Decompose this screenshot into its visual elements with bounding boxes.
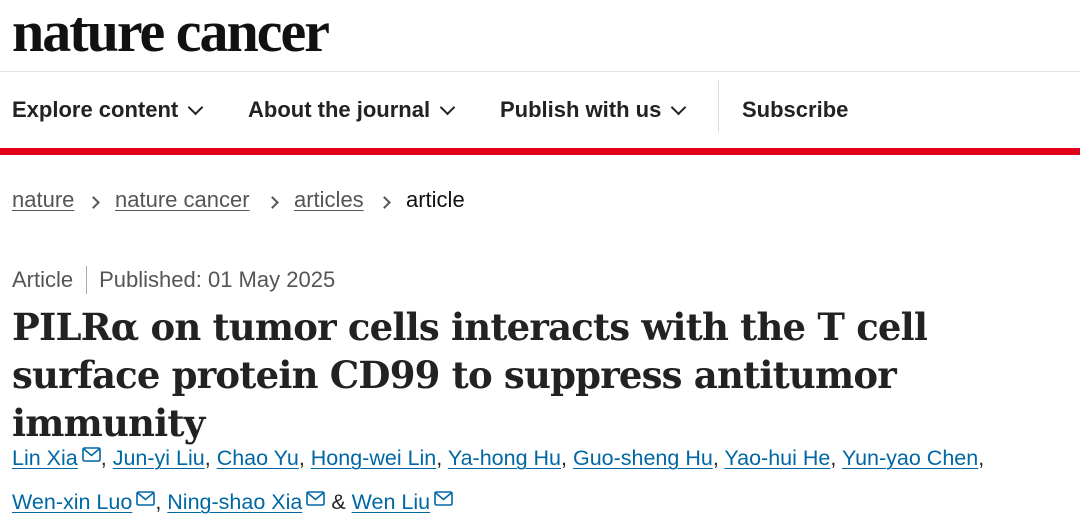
nav-divider: [718, 80, 719, 132]
nav-explore-content[interactable]: Explore content: [12, 72, 204, 148]
subscribe-label: Subscribe: [742, 97, 849, 122]
author-separator: ,: [204, 446, 211, 470]
author-link[interactable]: Ning-shao Xia: [167, 490, 326, 514]
author-link[interactable]: Jun-yi Liu: [113, 446, 205, 470]
breadcrumb-articles[interactable]: articles: [294, 187, 364, 213]
author-separator: ,: [978, 446, 985, 470]
breadcrumb: nature nature cancer articles article: [0, 155, 1080, 255]
nav-label: About the journal: [248, 97, 431, 122]
article-type: Article: [12, 267, 74, 292]
subscribe-link[interactable]: Subscribe: [742, 72, 848, 148]
author-separator: ,: [561, 446, 567, 470]
chevron-down-icon: [439, 99, 456, 115]
site-header: nature cancer: [0, 0, 1080, 72]
mail-icon[interactable]: [136, 491, 156, 506]
article-title: PILRα on tumor cells interacts with the …: [12, 305, 928, 445]
author-link[interactable]: Hong-wei Lin: [311, 446, 436, 470]
nav-publish-with-us[interactable]: Publish with us: [500, 72, 687, 148]
author-link[interactable]: Yun-yao Chen: [842, 446, 978, 470]
main-nav: Explore content About the journal Publis…: [0, 72, 1080, 148]
nav-about-journal[interactable]: About the journal: [248, 72, 456, 148]
mail-icon[interactable]: [81, 447, 101, 462]
author-separator: ,: [100, 446, 107, 470]
author-link[interactable]: Guo-sheng Hu: [573, 446, 713, 470]
chevron-down-icon: [671, 99, 687, 115]
breadcrumb-nature[interactable]: nature: [12, 187, 74, 213]
author-separator: ,: [436, 446, 443, 470]
author-list: Lin Xia, Jun-yi Liu, Chao Yu, Hong-wei L…: [12, 436, 1078, 524]
author-ampersand: &: [331, 490, 346, 514]
breadcrumb-nature-cancer[interactable]: nature cancer: [115, 187, 250, 213]
author-link[interactable]: Wen Liu: [352, 490, 453, 514]
author-separator: ,: [712, 446, 719, 470]
author-link[interactable]: Lin Xia: [12, 446, 101, 470]
author-separator: ,: [155, 490, 162, 514]
author-link[interactable]: Yao-hui He: [724, 446, 830, 470]
mail-icon[interactable]: [306, 491, 326, 506]
nav-label: Publish with us: [500, 97, 662, 122]
meta-divider: [86, 266, 88, 294]
nav-label: Explore content: [12, 97, 179, 122]
author-separator: ,: [298, 446, 305, 470]
mail-icon[interactable]: [434, 491, 453, 506]
author-link[interactable]: Ya-hong Hu: [448, 446, 561, 470]
journal-logo[interactable]: nature cancer: [12, 0, 330, 68]
chevron-right-icon: [378, 196, 391, 209]
publish-date: Published: 01 May 2025: [99, 267, 336, 292]
chevron-down-icon: [187, 99, 204, 115]
article-meta: Article Published: 01 May 2025: [12, 266, 335, 294]
breadcrumb-current: article: [406, 187, 465, 212]
author-separator: ,: [830, 446, 837, 470]
author-link[interactable]: Chao Yu: [217, 446, 299, 470]
chevron-right-icon: [87, 196, 100, 209]
author-link[interactable]: Wen-xin Luo: [12, 490, 156, 514]
chevron-right-icon: [266, 196, 279, 209]
accent-rule: [0, 148, 1080, 155]
